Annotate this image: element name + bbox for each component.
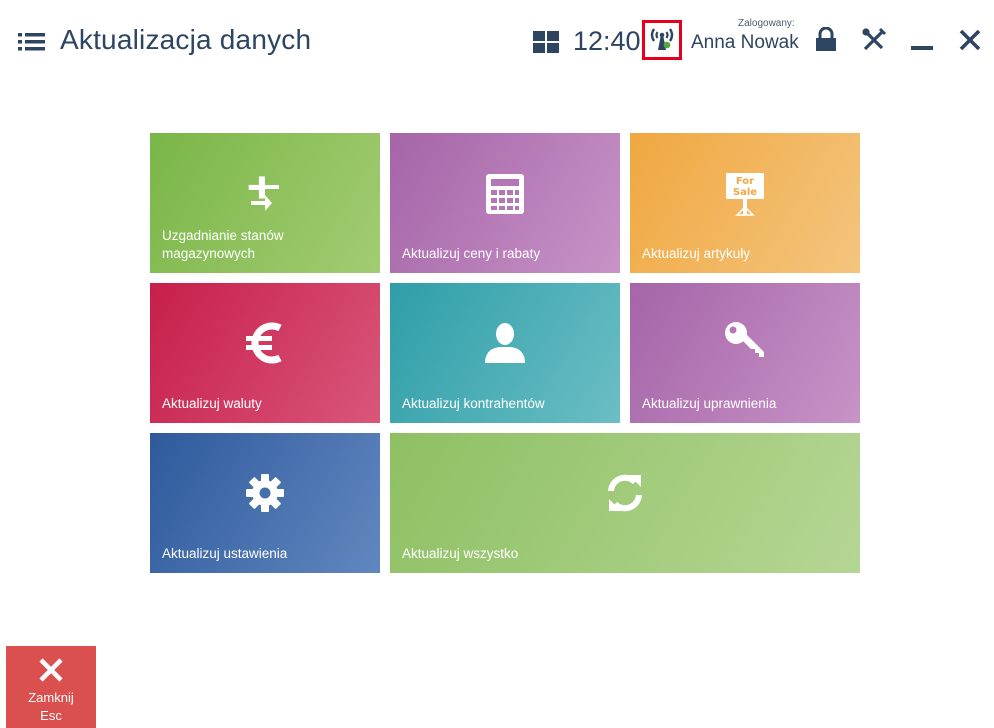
tile-label: Aktualizuj uprawnienia [642,396,777,411]
tile-label: Aktualizuj ceny i rabaty [402,246,541,261]
close-label: Zamknij [28,690,74,705]
connection-status-button[interactable] [642,20,682,60]
for-sale-sign-icon: For Sale [724,171,766,217]
signal-icon [648,24,676,57]
tile-update-contractors[interactable]: Aktualizuj kontrahentów [390,283,620,423]
tools-button[interactable] [860,27,888,58]
tile-label: Aktualizuj wszystko [402,546,519,561]
tile-label: Aktualizuj kontrahentów [402,396,545,411]
tile-update-prices[interactable]: Aktualizuj ceny i rabaty [390,133,620,273]
close-icon [958,28,982,57]
refresh-icon [603,471,647,515]
gear-icon [245,473,285,513]
tile-label: Aktualizuj ustawienia [162,546,288,561]
lock-button[interactable] [812,26,840,58]
user-name[interactable]: Anna Nowak [691,32,799,54]
logged-in-caption: Zalogowany: [738,18,795,29]
svg-text:Sale: Sale [733,187,757,198]
clock: 12:40 [573,26,641,56]
calculator-icon [485,173,525,215]
menu-icon[interactable] [18,30,46,54]
minimize-icon [910,27,934,58]
minimize-button[interactable] [908,28,936,56]
close-app-button[interactable] [956,28,984,56]
page-title: Aktualizacja danych [60,24,312,55]
svg-text:For: For [736,176,754,187]
tile-update-settings[interactable]: Aktualizuj ustawienia [150,433,380,573]
person-icon [483,321,527,365]
arrows-in-icon [243,173,287,217]
close-esc-button[interactable]: Zamknij Esc [6,646,96,728]
tile-label: Uzgadnianie stanów magazynowych [162,228,284,261]
tiles-icon[interactable] [533,31,559,53]
tools-icon [861,27,887,58]
tile-update-all[interactable]: Aktualizuj wszystko [390,433,860,573]
lock-icon [814,26,838,58]
key-icon [722,319,766,365]
tile-update-permissions[interactable]: Aktualizuj uprawnienia [630,283,860,423]
tile-update-articles[interactable]: For Sale Aktualizuj artykuły [630,133,860,273]
close-shortcut: Esc [40,708,62,723]
header-bar: Aktualizacja danych 12:40 Zalogowany: An… [0,0,994,84]
tile-update-currencies[interactable]: Aktualizuj waluty [150,283,380,423]
tile-label: Aktualizuj waluty [162,396,262,411]
tile-reconcile-stock[interactable]: Uzgadnianie stanów magazynowych [150,133,380,273]
close-icon [37,656,65,684]
euro-icon [244,321,286,365]
tile-label: Aktualizuj artykuły [642,246,751,261]
